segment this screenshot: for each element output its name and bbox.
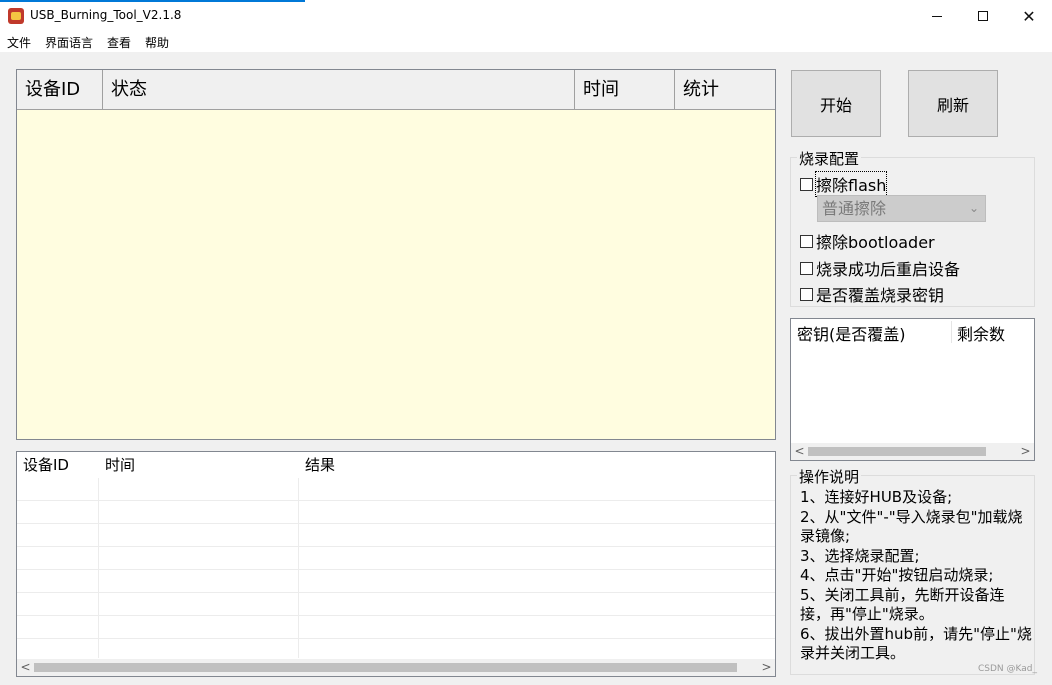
reboot-after-option[interactable]: 烧录成功后重启设备	[800, 256, 960, 280]
erase-bootloader-label[interactable]: 擦除bootloader	[816, 229, 935, 253]
table-row[interactable]	[17, 593, 775, 616]
start-button[interactable]: 开始	[791, 70, 881, 137]
menu-view[interactable]: 查看	[107, 34, 131, 51]
close-icon: ✕	[1022, 6, 1036, 26]
table-row[interactable]	[17, 478, 775, 501]
log-col-time[interactable]: 时间	[99, 452, 299, 478]
menu-help[interactable]: 帮助	[145, 34, 169, 51]
overwrite-key-option[interactable]: 是否覆盖烧录密钥	[800, 282, 944, 306]
overwrite-key-checkbox[interactable]	[800, 287, 813, 301]
erase-bootloader-option[interactable]: 擦除bootloader	[800, 229, 935, 253]
key-column-divider	[951, 321, 952, 343]
erase-flash-label[interactable]: 擦除flash	[814, 171, 888, 197]
instruction-line: 4、点击"开始"按钮启动烧录;	[800, 566, 994, 584]
menu-bar: 文件 界面语言 查看 帮助	[0, 32, 1052, 52]
title-bar: USB_Burning_Tool_V2.1.8 ✕	[0, 0, 1052, 32]
erase-bootloader-checkbox[interactable]	[800, 234, 813, 248]
watermark: CSDN @Kad_	[978, 664, 1037, 674]
col-status[interactable]: 状态	[103, 70, 575, 110]
key-horizontal-scrollbar[interactable]: < >	[791, 443, 1034, 460]
scroll-right-icon[interactable]: >	[1017, 443, 1034, 460]
scroll-left-icon[interactable]: <	[791, 443, 808, 460]
instruction-line: 3、选择烧录配置;	[800, 546, 920, 565]
scroll-right-icon[interactable]: >	[758, 659, 775, 676]
minimize-button[interactable]	[914, 0, 960, 32]
erase-mode-value: 普通擦除	[822, 199, 887, 218]
burn-config-title: 烧录配置	[797, 148, 862, 169]
table-row[interactable]	[17, 616, 775, 639]
close-button[interactable]: ✕	[1006, 0, 1052, 32]
key-col-remaining[interactable]: 剩余数	[957, 321, 1005, 345]
refresh-button[interactable]: 刷新	[908, 70, 998, 137]
log-col-device-id[interactable]: 设备ID	[17, 452, 99, 478]
table-row[interactable]	[17, 501, 775, 524]
scrollbar-thumb[interactable]	[808, 447, 986, 456]
scrollbar-thumb[interactable]	[34, 663, 737, 672]
scroll-left-icon[interactable]: <	[17, 659, 34, 676]
log-horizontal-scrollbar[interactable]: < >	[17, 659, 775, 676]
col-stats[interactable]: 统计	[675, 70, 775, 110]
key-col-key[interactable]: 密钥(是否覆盖)	[797, 321, 906, 345]
window-title: USB_Burning_Tool_V2.1.8	[30, 8, 182, 22]
erase-flash-option[interactable]: 擦除flash	[800, 171, 888, 197]
instructions-title: 操作说明	[797, 466, 862, 487]
reboot-after-label[interactable]: 烧录成功后重启设备	[816, 256, 960, 280]
menu-language[interactable]: 界面语言	[45, 34, 93, 51]
instructions-text: 1、连接好HUB及设备; 2、从"文件"-"导入烧录包"加载烧录镜像; 3、选择…	[800, 488, 1032, 664]
log-col-result[interactable]: 结果	[299, 452, 775, 478]
table-row[interactable]	[17, 570, 775, 593]
instruction-line: 1、连接好HUB及设备;	[800, 488, 953, 506]
table-row[interactable]	[17, 524, 775, 547]
instruction-line: 2、从"文件"-"导入烧录包"加载烧录镜像;	[800, 507, 1023, 546]
col-time[interactable]: 时间	[575, 70, 675, 110]
maximize-button[interactable]	[960, 0, 1006, 32]
menu-file[interactable]: 文件	[7, 34, 31, 51]
minimize-icon	[932, 15, 942, 17]
log-table-header: 设备ID 时间 结果	[17, 452, 775, 478]
maximize-icon	[978, 11, 988, 21]
chevron-down-icon: ⌄	[968, 201, 979, 215]
device-table-header: 设备ID 状态 时间 统计	[17, 70, 775, 110]
overwrite-key-label[interactable]: 是否覆盖烧录密钥	[816, 282, 944, 306]
key-table[interactable]: 密钥(是否覆盖) 剩余数 < >	[790, 318, 1035, 461]
instruction-line: 6、拔出外置hub前，请先"停止"烧录并关闭工具。	[800, 624, 1032, 663]
device-table[interactable]: 设备ID 状态 时间 统计	[16, 69, 776, 440]
instruction-line: 5、关闭工具前，先断开设备连接，再"停止"烧录。	[800, 585, 1005, 624]
title-accent	[0, 0, 305, 2]
log-table[interactable]: 设备ID 时间 结果 < >	[16, 451, 776, 677]
erase-flash-checkbox[interactable]	[800, 177, 813, 191]
col-device-id[interactable]: 设备ID	[17, 70, 103, 110]
app-icon	[8, 8, 24, 24]
erase-mode-select: 普通擦除 ⌄	[817, 195, 986, 222]
reboot-after-checkbox[interactable]	[800, 261, 813, 275]
table-row[interactable]	[17, 547, 775, 570]
